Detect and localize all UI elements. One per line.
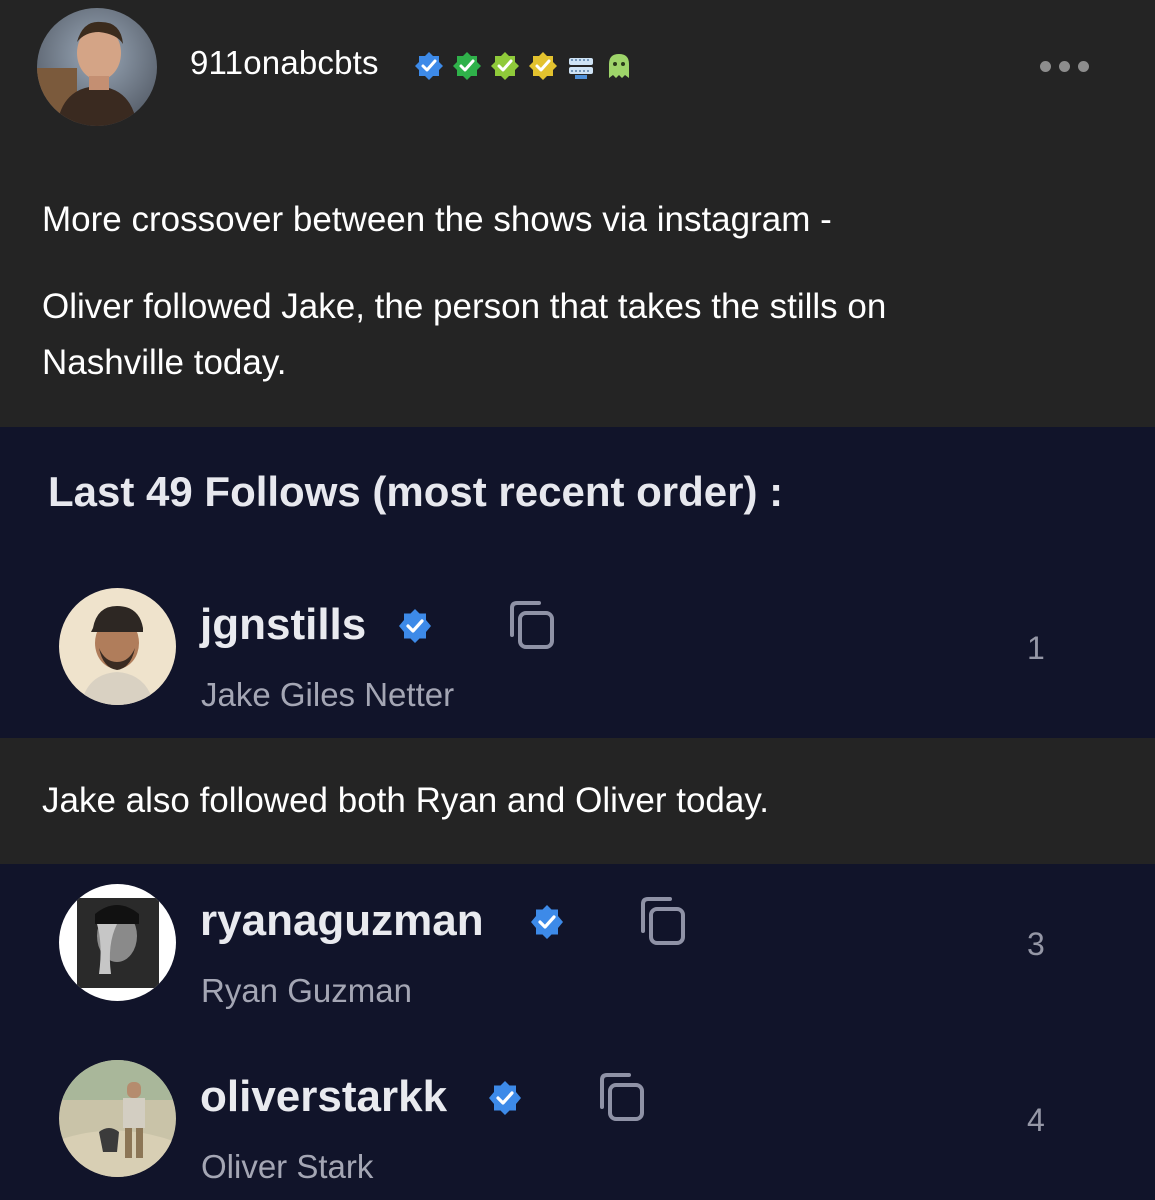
post-text-line: Jake also followed both Ryan and Oliver …	[42, 781, 769, 820]
teeth-badge-icon	[569, 58, 593, 79]
author-username[interactable]: 911onabcbts	[190, 44, 379, 82]
account-avatar	[59, 588, 176, 705]
verified-icon	[399, 609, 431, 643]
ghost-badge-icon	[609, 54, 629, 78]
badge-row	[413, 50, 635, 82]
account-handle[interactable]: ryanaguzman	[200, 896, 484, 946]
follow-row: ryanaguzman Ryan Guzman 3	[0, 882, 1155, 1012]
account-display-name: Jake Giles Netter	[201, 676, 455, 713]
verified-icon	[531, 905, 563, 939]
verified-lime-badge-icon	[491, 52, 519, 80]
copy-icon[interactable]	[505, 598, 559, 652]
follow-rank: 4	[1027, 1102, 1045, 1138]
dot-icon	[1078, 60, 1089, 72]
account-display-name: Ryan Guzman	[201, 972, 412, 1009]
verified-blue-badge-icon	[415, 52, 443, 80]
account-handle[interactable]: jgnstills	[200, 600, 366, 650]
post-header: 911onabcbts	[0, 0, 1155, 140]
follow-row: oliverstarkk Oliver Stark 4	[0, 1058, 1155, 1188]
account-avatar	[59, 1060, 176, 1177]
verified-icon	[489, 1081, 521, 1115]
dot-icon	[1040, 60, 1051, 72]
account-handle[interactable]: oliverstarkk	[200, 1072, 447, 1122]
follow-rank: 3	[1027, 926, 1045, 962]
copy-icon[interactable]	[595, 1070, 649, 1124]
follows-heading: Last 49 Follows (most recent order) :	[48, 468, 784, 515]
author-avatar[interactable]	[37, 8, 157, 126]
post-text-line: Nashville today.	[42, 343, 287, 382]
dot-icon	[1059, 60, 1070, 72]
post-text-line: Oliver followed Jake, the person that ta…	[42, 287, 887, 326]
follow-row: jgnstills Jake Giles Netter 1	[0, 586, 1155, 716]
verified-yellow-badge-icon	[529, 52, 557, 80]
verified-green-badge-icon	[453, 52, 481, 80]
more-options-button[interactable]	[1040, 56, 1096, 76]
account-display-name: Oliver Stark	[201, 1148, 374, 1185]
post-text-line: More crossover between the shows via ins…	[42, 200, 832, 239]
account-avatar	[59, 884, 176, 1001]
follow-rank: 1	[1027, 630, 1045, 666]
copy-icon[interactable]	[636, 894, 690, 948]
